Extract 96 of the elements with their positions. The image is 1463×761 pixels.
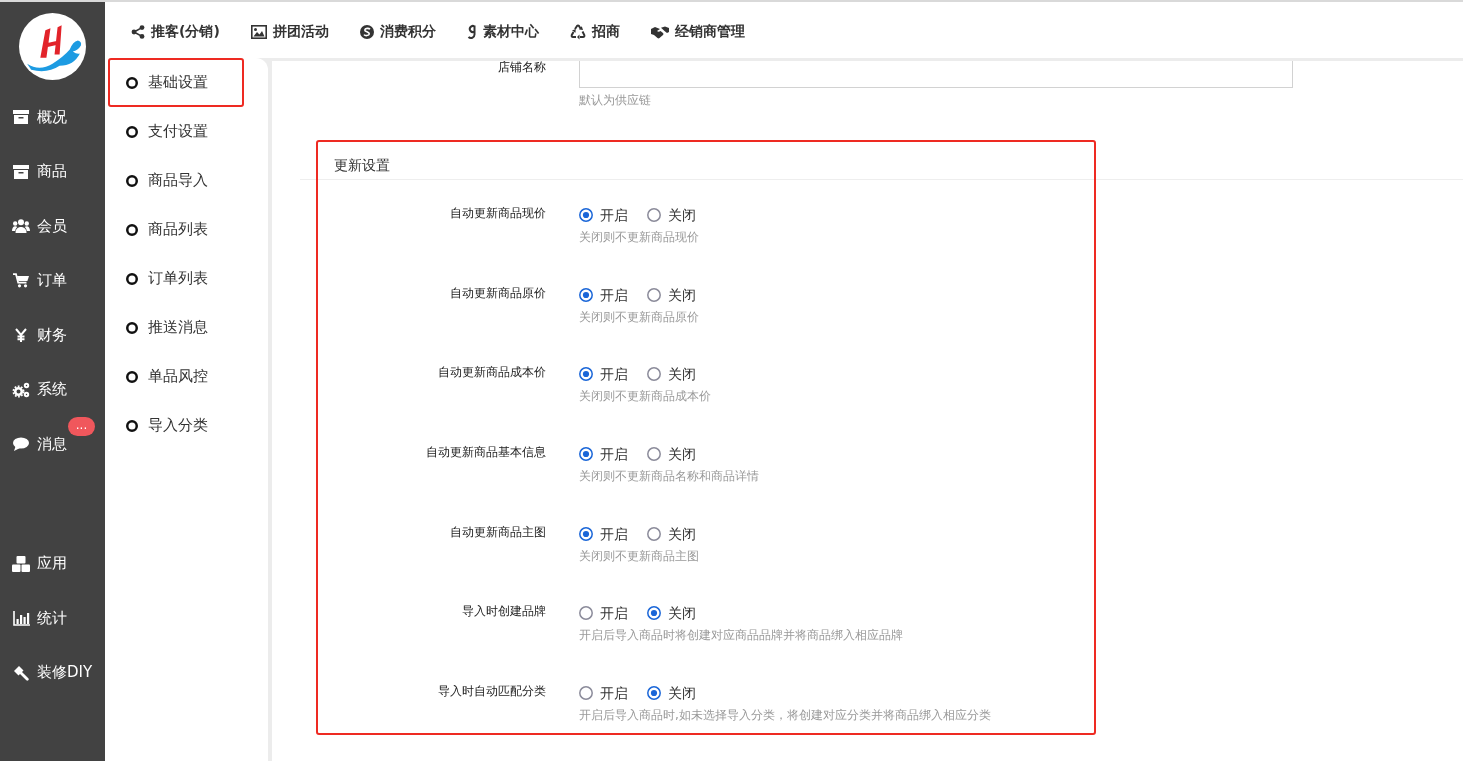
sub-menu-item[interactable]: 导入分类 [108, 401, 244, 450]
archive-icon [13, 164, 29, 179]
radio-option[interactable]: 关闭 [647, 683, 696, 704]
sidebar-item[interactable]: 系统 [0, 362, 105, 417]
radio-icon[interactable] [647, 367, 661, 382]
sub-menu-item[interactable]: 推送消息 [108, 303, 244, 352]
swirl-icon [359, 25, 374, 39]
sub-menu-item[interactable]: 基础设置 [108, 58, 244, 107]
circle-icon [126, 321, 138, 334]
radio-option[interactable]: 关闭 [647, 284, 696, 305]
radio-icon[interactable] [647, 208, 661, 222]
radio-icon[interactable] [579, 287, 593, 302]
gavel-icon [13, 664, 29, 681]
sub-menu-item[interactable]: 单品风控 [108, 352, 244, 401]
radio-icon[interactable] [579, 606, 593, 621]
radio-option[interactable]: 开启 [579, 205, 628, 225]
field-label: 自动更新商品主图 [449, 523, 546, 541]
radio-icon[interactable] [579, 367, 593, 382]
share-icon [131, 25, 145, 39]
field-label: 自动更新商品原价 [449, 284, 546, 302]
radio-option[interactable]: 关闭 [647, 205, 696, 225]
image-icon [250, 25, 267, 39]
sidebar-item[interactable]: 消息 ... [0, 417, 105, 472]
field-label: 自动更新商品成本价 [437, 364, 546, 382]
section-title: 更新设置 [334, 157, 390, 173]
hint-text: 关闭则不更新商品原价 [579, 308, 700, 325]
sidebar-item[interactable]: 应用 [0, 536, 105, 591]
field-label: 导入时创建品牌 [461, 603, 546, 621]
yen-icon [15, 328, 27, 343]
radio-icon[interactable] [579, 447, 593, 462]
radio-option[interactable]: 开启 [579, 683, 628, 704]
hint-text: 关闭则不更新商品主图 [579, 547, 700, 564]
circle-icon [126, 76, 138, 89]
circle-icon [126, 370, 138, 383]
curl-icon [466, 24, 477, 40]
sidebar-item[interactable]: 订单 [0, 253, 105, 308]
sidebar-item[interactable]: 装修DIY [0, 645, 105, 700]
notification-badge: ... [68, 417, 95, 436]
text-input[interactable] [579, 61, 1293, 88]
nav-link[interactable]: 推客(分销) [131, 23, 220, 41]
circle-icon [126, 223, 138, 236]
nav-link[interactable]: 招商 [569, 23, 620, 41]
sidebar-item[interactable]: 概况 [0, 90, 105, 145]
hint-text: 开启后导入商品时,如未选择导入分类，将创建对应分类并将商品绑入相应分类 [579, 707, 992, 724]
field-label: 店铺名称 [497, 61, 546, 76]
radio-option[interactable]: 开启 [579, 284, 628, 305]
recycle-icon [569, 24, 586, 40]
radio-option[interactable]: 关闭 [647, 523, 696, 544]
nav-link[interactable]: 消费积分 [359, 23, 436, 41]
radio-option[interactable]: 开启 [579, 603, 628, 624]
sub-menu-item[interactable]: 支付设置 [108, 107, 244, 156]
sidebar-item[interactable]: 会员 [0, 199, 105, 254]
handshake-icon [650, 25, 669, 39]
sub-menu-item[interactable]: 商品列表 [108, 205, 244, 254]
radio-option[interactable]: 关闭 [647, 364, 696, 385]
gears-icon [12, 381, 30, 398]
nav-link[interactable]: 拼团活动 [250, 23, 329, 41]
radio-icon[interactable] [647, 287, 661, 302]
sidebar-item[interactable]: 财务 [0, 308, 105, 363]
radio-icon[interactable] [579, 208, 593, 222]
users-icon [12, 219, 30, 234]
sub-menu-item[interactable]: 订单列表 [108, 254, 244, 303]
sidebar-item[interactable]: 统计 [0, 591, 105, 646]
radio-option[interactable]: 开启 [579, 523, 628, 544]
hint-text: 关闭则不更新商品名称和商品详情 [579, 468, 760, 485]
circle-icon [126, 419, 138, 432]
cubes-icon [12, 555, 30, 572]
radio-option[interactable]: 关闭 [647, 444, 696, 465]
sidebar-item[interactable]: 商品 [0, 144, 105, 199]
radio-option[interactable]: 开启 [579, 444, 628, 465]
circle-icon [126, 272, 138, 285]
circle-icon [126, 125, 138, 138]
radio-icon[interactable] [647, 447, 661, 462]
radio-icon[interactable] [579, 686, 593, 701]
radio-icon[interactable] [647, 526, 661, 541]
radio-icon[interactable] [579, 526, 593, 541]
cart-icon [13, 273, 29, 289]
radio-option[interactable]: 开启 [579, 364, 628, 385]
field-label: 导入时自动匹配分类 [437, 683, 546, 701]
nav-link[interactable]: 经销商管理 [650, 23, 745, 41]
chat-bubble-icon [13, 437, 29, 452]
hint-text: 关闭则不更新商品现价 [579, 229, 700, 245]
hint-text: 默认为供应链 [579, 92, 652, 108]
nav-link[interactable]: 素材中心 [466, 23, 539, 41]
radio-option[interactable]: 关闭 [647, 603, 696, 624]
circle-icon [126, 174, 138, 187]
radio-icon[interactable] [647, 606, 661, 621]
radio-icon[interactable] [647, 686, 661, 701]
field-label: 自动更新商品基本信息 [425, 444, 546, 462]
hint-text: 关闭则不更新商品成本价 [579, 388, 712, 405]
bar-chart-icon [12, 610, 30, 626]
sub-menu-item[interactable]: 商品导入 [108, 156, 244, 205]
archive-icon [13, 110, 29, 125]
field-label: 自动更新商品现价 [449, 205, 546, 222]
logo-icon [19, 13, 86, 80]
hint-text: 开启后导入商品时将创建对应商品品牌并将商品绑入相应品牌 [579, 627, 904, 644]
